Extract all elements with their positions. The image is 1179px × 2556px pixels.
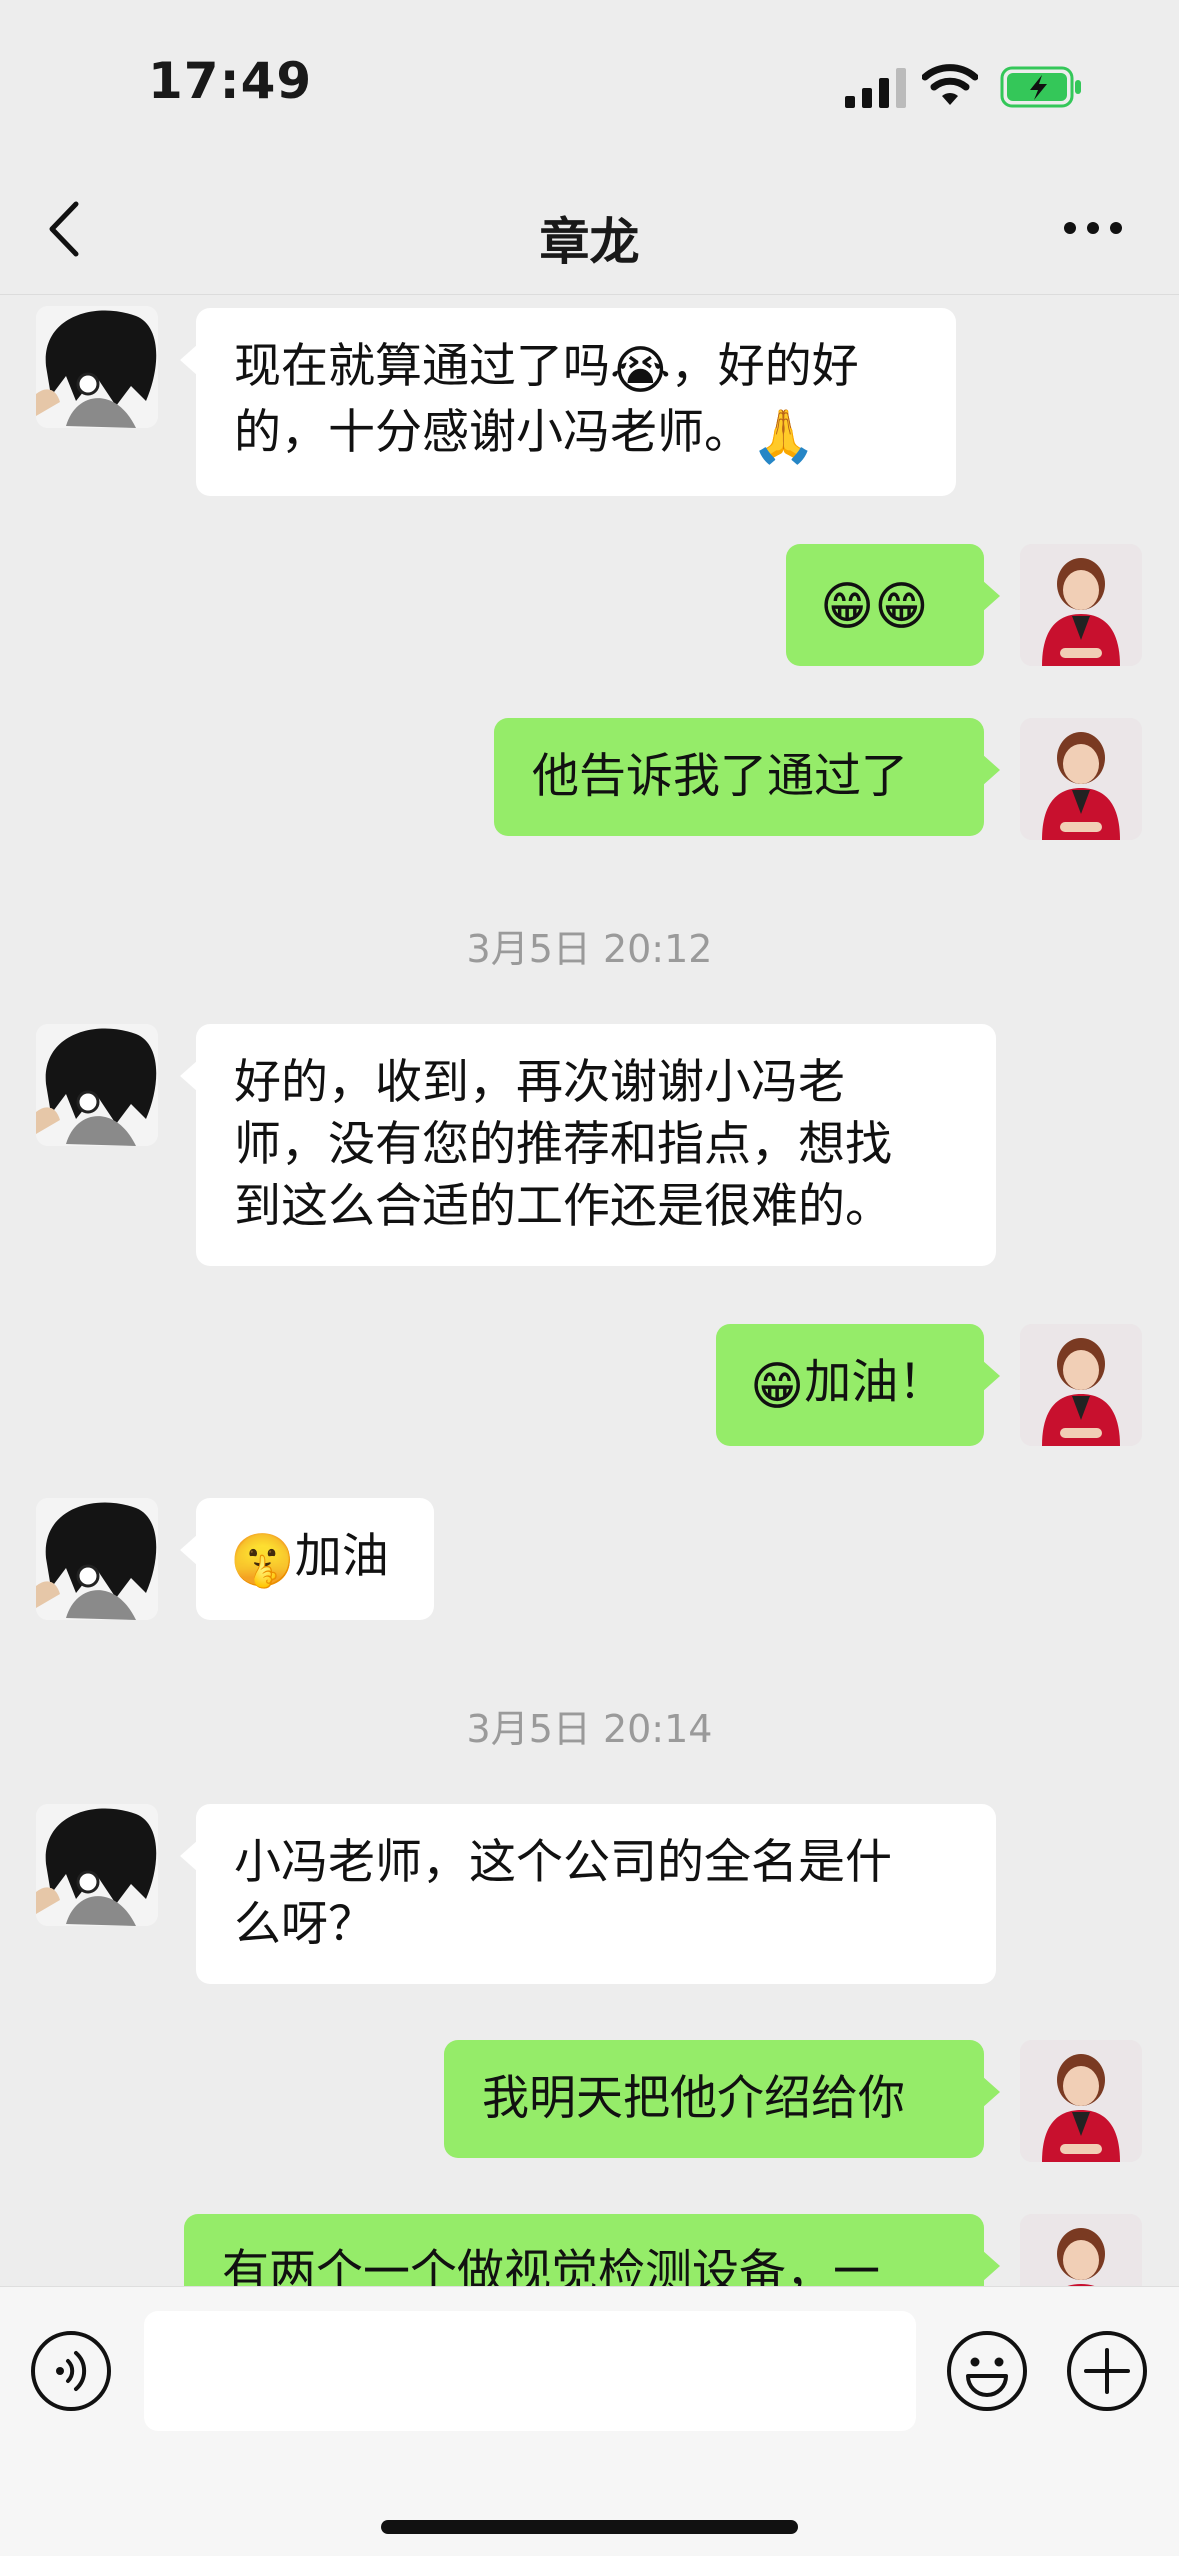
message-list[interactable]: 现在就算通过了吗😭，好的好 的，十分感谢小冯老师。🙏 😁😁 他告诉我了通过了 3…: [0, 296, 1179, 2286]
shushing-face-emoji: 🤫: [230, 1531, 295, 1591]
self-avatar[interactable]: [1020, 544, 1142, 666]
message-bubble-outgoing[interactable]: 😁加油！: [716, 1324, 1000, 1446]
self-avatar[interactable]: [1020, 2040, 1142, 2162]
message-text: 他告诉我了通过了: [532, 749, 908, 804]
message-line: 到这么合适的工作还是很难的。: [234, 1179, 892, 1234]
contact-avatar[interactable]: [36, 1498, 158, 1620]
crying-face-emoji: 😭: [610, 341, 671, 401]
contact-avatar-image: [36, 1498, 158, 1620]
self-avatar-image: [1020, 544, 1142, 666]
battery-icon: [1000, 66, 1081, 108]
chat-header: 章龙: [0, 160, 1179, 295]
grinning-face-emoji: 😁😁: [820, 577, 929, 637]
self-avatar-image: [1020, 2214, 1142, 2286]
contact-avatar[interactable]: [36, 1804, 158, 1926]
more-options-icon[interactable]: [1062, 210, 1124, 246]
chat-title: 章龙: [539, 213, 640, 271]
chat-input-bar: [0, 2286, 1179, 2556]
message-bubble-outgoing[interactable]: 😁😁: [786, 544, 1000, 666]
timestamp: 3月5日 20:12: [466, 927, 713, 971]
message-line: 的，十分感谢小冯老师。🙏: [234, 402, 918, 468]
message-text: 加油: [294, 1529, 389, 1584]
status-bar: 17:49: [0, 0, 1179, 160]
message-text: 我明天把他介绍给你: [482, 2071, 905, 2126]
message-bubble-incoming[interactable]: 小冯老师，这个公司的全名是什 么呀？: [180, 1804, 996, 1984]
message-line: 好的，收到，再次谢谢小冯老: [234, 1055, 845, 1110]
grinning-face-emoji: 😁: [750, 1357, 805, 1417]
self-avatar[interactable]: [1020, 2214, 1142, 2286]
message-bubble-outgoing[interactable]: 他告诉我了通过了: [494, 718, 1000, 836]
self-avatar-image: [1020, 2040, 1142, 2162]
message-bubble-outgoing[interactable]: 我明天把他介绍给你: [444, 2040, 1000, 2158]
message-bubble-outgoing[interactable]: 有两个一个做视觉检测设备，一: [184, 2214, 1000, 2286]
message-text: 有两个一个做视觉检测设备，一: [222, 2245, 880, 2286]
home-indicator[interactable]: [381, 2520, 798, 2534]
voice-input-icon[interactable]: [30, 2330, 112, 2412]
message-text: 现在就算通过了吗: [234, 339, 610, 394]
chat-screen: 17:49 章龙 现在就算通过了吗😭，好的好 的，十分感谢小冯老师。🙏 😁😁 他…: [0, 0, 1179, 2556]
self-avatar-image: [1020, 1324, 1142, 1446]
wifi-icon: [922, 64, 978, 105]
message-text: 加油！: [804, 1355, 946, 1410]
emoji-picker-icon[interactable]: [946, 2330, 1028, 2412]
message-bubble-incoming[interactable]: 现在就算通过了吗😭，好的好 的，十分感谢小冯老师。🙏: [180, 308, 956, 496]
message-input[interactable]: [144, 2311, 916, 2431]
message-line: 小冯老师，这个公司的全名是什: [234, 1835, 892, 1890]
message-bubble-incoming[interactable]: 好的，收到，再次谢谢小冯老 师，没有您的推荐和指点，想找 到这么合适的工作还是很…: [180, 1024, 996, 1266]
message-line: 现在就算通过了吗😭，好的好: [234, 336, 918, 402]
message-bubble-incoming[interactable]: 🤫加油: [180, 1498, 434, 1620]
cellular-signal-icon: [845, 68, 906, 108]
contact-avatar[interactable]: [36, 306, 158, 428]
self-avatar[interactable]: [1020, 718, 1142, 840]
status-time: 17:49: [148, 52, 313, 110]
more-functions-plus-icon[interactable]: [1066, 2330, 1148, 2412]
message-text: ，好的好: [670, 339, 859, 394]
contact-avatar[interactable]: [36, 1024, 158, 1146]
self-avatar-image: [1020, 718, 1142, 840]
contact-avatar-image: [36, 306, 158, 428]
message-line: 么呀？: [234, 1897, 375, 1952]
message-text: 的，十分感谢小冯老师。: [234, 405, 751, 460]
message-line: 师，没有您的推荐和指点，想找: [234, 1117, 892, 1172]
contact-avatar-image: [36, 1804, 158, 1926]
timestamp: 3月5日 20:14: [466, 1707, 713, 1751]
self-avatar[interactable]: [1020, 1324, 1142, 1446]
contact-avatar-image: [36, 1024, 158, 1146]
folded-hands-emoji: 🙏: [751, 407, 816, 467]
